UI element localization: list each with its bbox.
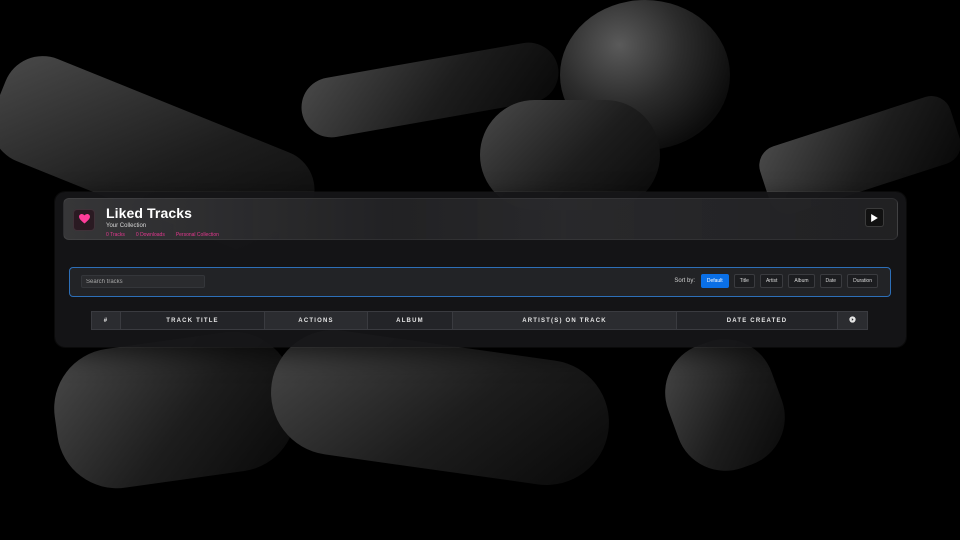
column-number[interactable]: # [91, 311, 121, 330]
sort-album-button[interactable]: Album [788, 274, 815, 288]
play-icon [871, 209, 878, 227]
column-album[interactable]: ALBUM [367, 311, 453, 330]
sort-date-button[interactable]: Date [819, 274, 843, 288]
settings-icon [849, 316, 856, 325]
heart-icon [78, 211, 90, 229]
sort-artist-button[interactable]: Artist [759, 274, 784, 288]
play-button[interactable] [865, 208, 884, 227]
sort-title-button[interactable]: Title [733, 274, 755, 288]
sort-duration-button[interactable]: Duration [847, 274, 878, 288]
search-input[interactable] [81, 275, 205, 288]
playlist-title: Liked Tracks [106, 205, 193, 221]
playlist-cover [73, 209, 95, 231]
playlist-subtitle: Your Collection [106, 223, 147, 229]
column-artists[interactable]: ARTIST(S) ON TRACK [452, 311, 677, 330]
liked-tracks-panel: Liked Tracks Your Collection 0 Tracks 0 … [55, 192, 906, 347]
sort-options: Default Title Artist Album Date Duration [700, 274, 878, 288]
column-settings[interactable] [837, 311, 868, 330]
track-table-header: # TRACK TITLE ACTIONS ALBUM ARTIST(S) ON… [91, 311, 868, 330]
playlist-header: Liked Tracks Your Collection 0 Tracks 0 … [63, 198, 898, 240]
track-count: 0 Tracks [106, 232, 125, 238]
column-track-title[interactable]: TRACK TITLE [120, 311, 265, 330]
sort-default-button[interactable]: Default [700, 274, 729, 288]
download-count: 0 Downloads [135, 232, 165, 238]
sort-label: Sort by: [674, 278, 695, 284]
playlist-meta: 0 Tracks 0 Downloads Personal Collection [106, 232, 219, 238]
column-date-created[interactable]: DATE CREATED [676, 311, 838, 330]
column-actions[interactable]: ACTIONS [264, 311, 368, 330]
track-controls: Sort by: Default Title Artist Album Date… [69, 267, 891, 297]
collection-type: Personal Collection [175, 232, 219, 238]
